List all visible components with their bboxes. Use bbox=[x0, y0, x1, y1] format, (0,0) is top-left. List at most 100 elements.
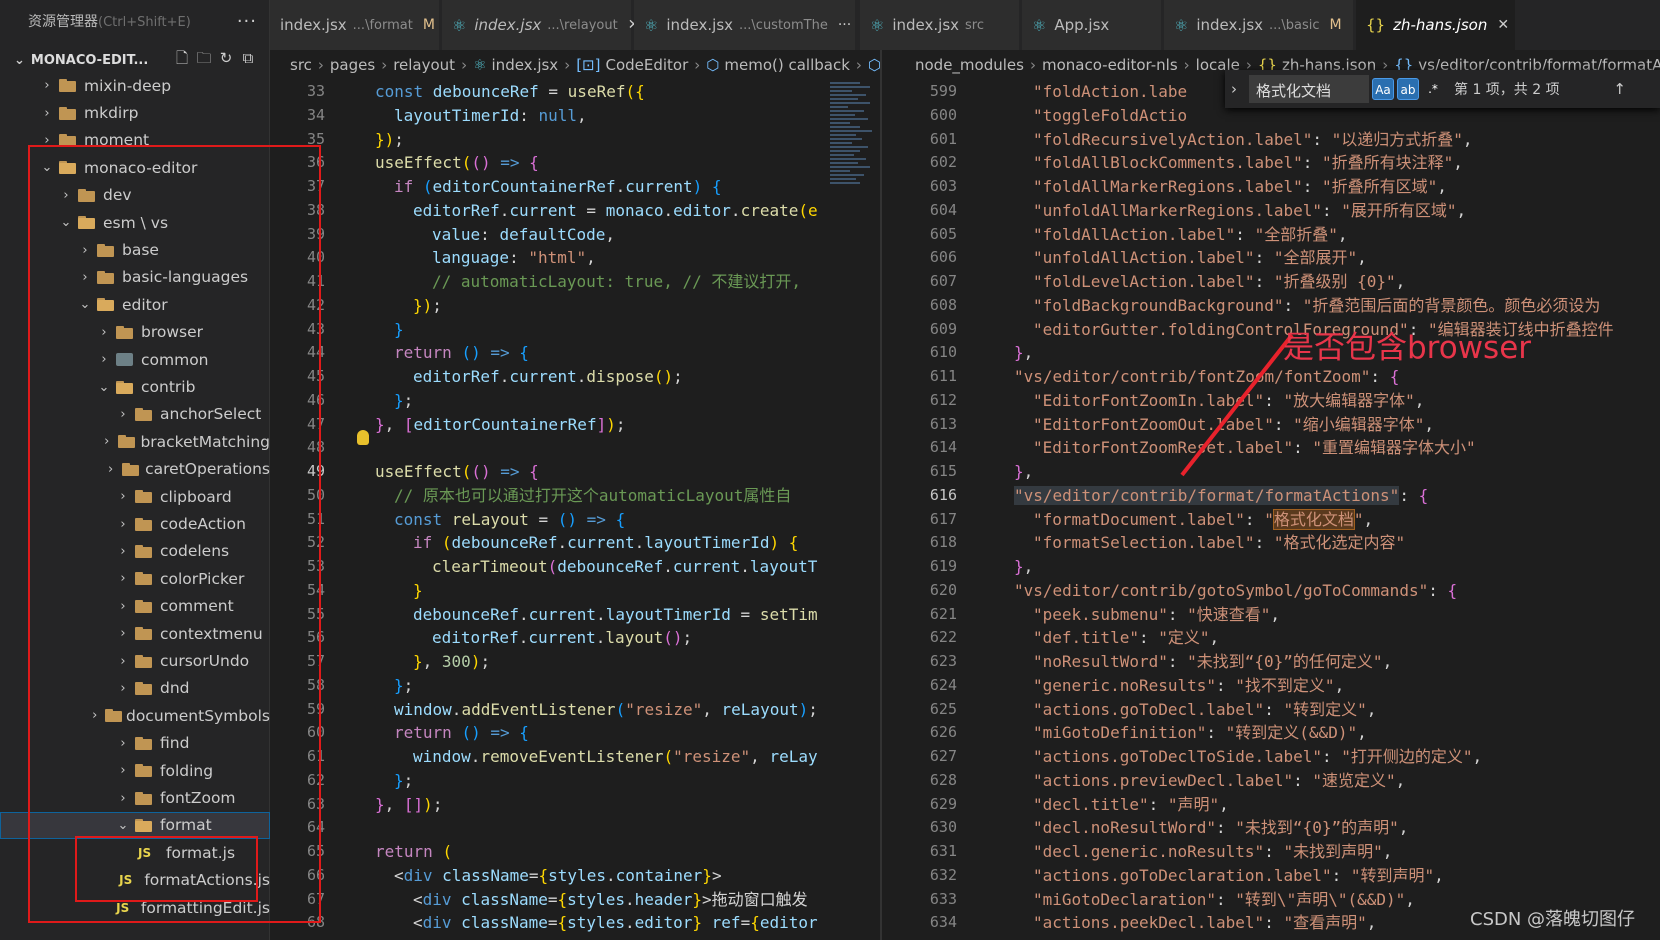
code-line[interactable]: "decl.generic.noResults": "未找到声明", bbox=[995, 840, 1614, 864]
code-line[interactable]: "foldRecursivelyAction.label": "以递归方式折叠"… bbox=[995, 128, 1614, 152]
code-line[interactable]: const reLayout = () => { bbox=[375, 508, 818, 532]
code-line[interactable]: return ( bbox=[375, 840, 818, 864]
code-line[interactable]: layoutTimerId: null, bbox=[375, 104, 818, 128]
code-line[interactable]: "decl.noResultWord": "未找到“{0}”的声明", bbox=[995, 816, 1614, 840]
code-line[interactable]: "vs/editor/contrib/gotoSymbol/goToComman… bbox=[995, 579, 1614, 603]
code-line[interactable]: }); bbox=[375, 294, 818, 318]
tab-customthe-index[interactable]: ⚛ index.jsx ...\customThe ··· bbox=[634, 0, 856, 50]
code-line[interactable]: "unfoldAllMarkerRegions.label": "展开所有区域"… bbox=[995, 199, 1614, 223]
code-line[interactable]: <div className={styles.editor} ref={edit… bbox=[375, 911, 818, 935]
code-line[interactable]: "foldAllBlockComments.label": "折叠所有块注释", bbox=[995, 151, 1614, 175]
crumb[interactable]: monaco-editor-nls bbox=[1042, 56, 1178, 74]
code-line[interactable]: "decl.title": "声明", bbox=[995, 793, 1614, 817]
more-icon[interactable]: ··· bbox=[838, 17, 851, 33]
code-line[interactable]: window.addEventListener("resize", reLayo… bbox=[375, 698, 818, 722]
code-line[interactable]: "generic.noResults": "找不到定义", bbox=[995, 674, 1614, 698]
code-line[interactable]: "vs/editor/contrib/format/formatActions"… bbox=[995, 484, 1614, 508]
tab-src-index[interactable]: ⚛ index.jsx src bbox=[860, 0, 1020, 50]
close-icon[interactable]: ✕ bbox=[1497, 17, 1509, 33]
code-line[interactable]: "actions.goToDeclaration.label": "转到声明", bbox=[995, 864, 1614, 888]
code-line[interactable]: "foldLevelAction.label": "折叠级别 {0}", bbox=[995, 270, 1614, 294]
code-line[interactable]: "formatSelection.label": "格式化选定内容" bbox=[995, 531, 1614, 555]
code-line[interactable]: }; bbox=[375, 674, 818, 698]
folder-item[interactable]: › mixin-deep bbox=[0, 72, 270, 99]
code-line[interactable]: if (editorCountainerRef.current) { bbox=[375, 175, 818, 199]
code-line[interactable]: return () => { bbox=[375, 341, 818, 365]
code-line[interactable]: window.removeEventListener("resize", reL… bbox=[375, 745, 818, 769]
code-line[interactable]: return () => { bbox=[375, 721, 818, 745]
code-line[interactable]: editorRef.current.layout(); bbox=[375, 626, 818, 650]
code-line[interactable]: } bbox=[375, 318, 818, 342]
right-editor[interactable]: 599 600 601 602 603 604 605 606 607 608 609 610 611 6… bbox=[895, 80, 1660, 940]
folder-item[interactable]: › mkdirp bbox=[0, 99, 270, 126]
code-line[interactable]: value: defaultCode, bbox=[375, 223, 818, 247]
code-line[interactable]: }); bbox=[375, 128, 818, 152]
code-line[interactable]: if (debounceRef.current.layoutTimerId) { bbox=[375, 531, 818, 555]
code-line[interactable]: }, []); bbox=[375, 793, 818, 817]
new-folder-icon[interactable]: 🗀 bbox=[193, 48, 215, 73]
crumb[interactable]: relayout bbox=[393, 56, 455, 74]
code-line[interactable]: // automaticLayout: true, // 不建议打开, bbox=[375, 270, 818, 294]
code-line[interactable]: }, 300); bbox=[375, 650, 818, 674]
crumb[interactable]: index.jsx bbox=[492, 56, 559, 74]
code-line[interactable]: useEffect(() => { bbox=[375, 151, 818, 175]
code-line[interactable]: "actions.goToDecl.label": "转到定义", bbox=[995, 698, 1614, 722]
code-line[interactable]: editorRef.current.dispose(); bbox=[375, 365, 818, 389]
crumb[interactable]: src bbox=[290, 56, 312, 74]
code-line[interactable]: "formatDocument.label": "格式化文档", bbox=[995, 508, 1614, 532]
tab-zh-hans-json[interactable]: {} zh-hans.json ✕ bbox=[1356, 0, 1516, 50]
regex-toggle[interactable]: .* bbox=[1422, 78, 1444, 100]
code-line[interactable]: }, bbox=[995, 460, 1614, 484]
find-input[interactable]: 格式化文档 bbox=[1249, 75, 1369, 103]
tab-basic-index[interactable]: ⚛ index.jsx ...\basic M bbox=[1164, 0, 1354, 50]
lightbulb-icon[interactable] bbox=[357, 430, 369, 445]
code-area[interactable]: "foldAction.labe "toggleFoldActio "foldRec… bbox=[995, 80, 1614, 935]
code-line[interactable]: "vs/editor/contrib/fontZoom/fontZoom": { bbox=[995, 365, 1614, 389]
arrow-up-icon[interactable]: ↑ bbox=[1613, 80, 1626, 98]
minimap[interactable] bbox=[826, 80, 878, 940]
code-line[interactable]: "EditorFontZoomIn.label": "放大编辑器字体", bbox=[995, 389, 1614, 413]
tab-format-index[interactable]: index.jsx ...\format M bbox=[270, 0, 440, 50]
code-line[interactable]: "actions.goToDeclToSide.label": "打开侧边的定义… bbox=[995, 745, 1614, 769]
code-line[interactable]: "EditorFontZoomOut.label": "缩小编辑器字体", bbox=[995, 413, 1614, 437]
crumb[interactable]: memo() callback bbox=[724, 56, 850, 74]
tab-app[interactable]: ⚛ App.jsx bbox=[1022, 0, 1162, 50]
code-line[interactable]: }; bbox=[375, 389, 818, 413]
whole-word-toggle[interactable]: ab bbox=[1397, 78, 1419, 100]
code-line[interactable]: "miGotoDefinition": "转到定义(&&D)", bbox=[995, 721, 1614, 745]
code-line[interactable]: <div className={styles.container}> bbox=[375, 864, 818, 888]
code-line[interactable]: clearTimeout(debounceRef.current.layoutT bbox=[375, 555, 818, 579]
code-line[interactable]: // 原本也可以通过打开这个automaticLayout属性自 bbox=[375, 484, 818, 508]
code-line[interactable]: "foldAllMarkerRegions.label": "折叠所有区域", bbox=[995, 175, 1614, 199]
code-line[interactable]: }, bbox=[995, 555, 1614, 579]
more-actions-icon[interactable]: ··· bbox=[237, 11, 257, 32]
code-line[interactable]: "peek.submenu": "快速查看", bbox=[995, 603, 1614, 627]
code-line[interactable]: "unfoldAllAction.label": "全部展开", bbox=[995, 246, 1614, 270]
crumb[interactable]: node_modules bbox=[915, 56, 1024, 74]
code-line[interactable] bbox=[375, 816, 818, 840]
code-line[interactable]: "foldBackgroundBackground": "折叠范围后面的背景颜色… bbox=[995, 294, 1614, 318]
new-file-icon[interactable]: 🗋 bbox=[171, 48, 193, 73]
code-line[interactable]: editorRef.current = monaco.editor.create… bbox=[375, 199, 818, 223]
code-line[interactable]: const debounceRef = useRef({ bbox=[375, 80, 818, 104]
chevron-right-icon[interactable]: › bbox=[1231, 80, 1249, 98]
code-line[interactable] bbox=[375, 436, 818, 460]
code-line[interactable]: "def.title": "定义", bbox=[995, 626, 1614, 650]
code-line[interactable]: } bbox=[375, 579, 818, 603]
editor-divider[interactable] bbox=[880, 50, 882, 940]
match-case-toggle[interactable]: Aa bbox=[1372, 78, 1394, 100]
crumb[interactable]: pages bbox=[330, 56, 375, 74]
code-line[interactable]: <div className={styles.header}>拖动窗口触发 bbox=[375, 888, 818, 912]
code-line[interactable]: }; bbox=[375, 769, 818, 793]
code-line[interactable]: "EditorFontZoomReset.label": "重置编辑器字体大小" bbox=[995, 436, 1614, 460]
code-area[interactable]: const debounceRef = useRef({layoutTimerI… bbox=[375, 80, 818, 935]
code-line[interactable]: "foldAllAction.label": "全部折叠", bbox=[995, 223, 1614, 247]
code-line[interactable]: useEffect(() => { bbox=[375, 460, 818, 484]
code-line[interactable]: language: "html", bbox=[375, 246, 818, 270]
code-line[interactable]: "actions.previewDecl.label": "速览定义", bbox=[995, 769, 1614, 793]
crumb[interactable]: CodeEditor bbox=[605, 56, 688, 74]
code-line[interactable]: debounceRef.current.layoutTimerId = setT… bbox=[375, 603, 818, 627]
tab-relayout-index[interactable]: ⚛index.jsx...\relayout✕ bbox=[442, 0, 639, 50]
collapse-all-icon[interactable]: ⧉ bbox=[237, 49, 259, 67]
code-line[interactable]: }, [editorCountainerRef]); bbox=[375, 413, 818, 437]
